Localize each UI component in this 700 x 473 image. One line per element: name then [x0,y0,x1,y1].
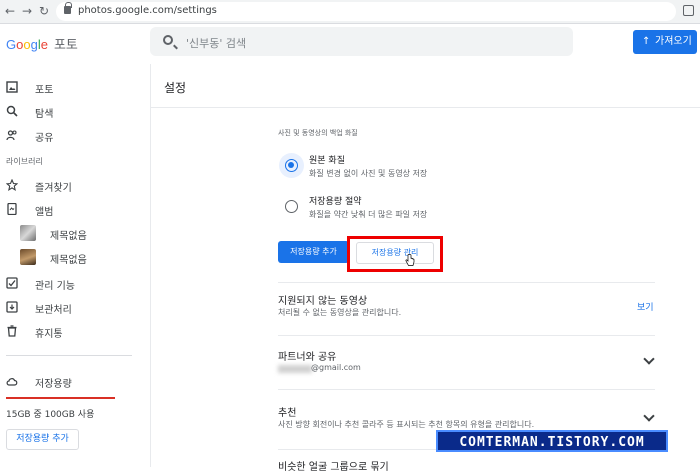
backup-quality-label: 사진 및 동영상의 백업 화질 [278,129,358,137]
row-divider [278,282,655,283]
sidebar: 포토 탐색 공유 라이브러리 즐겨찾기 앨범 제목없음 제목없음 관리 기능 보… [0,64,150,467]
app-header: Google 포토 '신부동' 검색 ↑ 가져오기 [0,24,700,64]
trash-icon [7,325,17,337]
option-desc: 화질을 약간 낮춰 더 많은 파일 저장 [309,210,428,219]
search-input[interactable]: '신부동' 검색 [150,27,573,56]
google-photos-logo[interactable]: Google 포토 [6,34,78,53]
title-divider [150,107,700,108]
sidebar-item-photos[interactable]: 포토 [0,76,150,98]
settings-main: 설정 사진 및 동영상의 백업 화질 원본 화질 화질 변경 없이 사진 및 동… [150,64,700,473]
browser-toolbar: ← → ↻ photos.google.com/settings [0,0,700,24]
sidebar-album-item[interactable]: 제목없음 [0,246,150,268]
sidebar-item-explore[interactable]: 탐색 [0,100,150,122]
chevron-down-icon[interactable] [643,410,655,422]
sidebar-item-label: 제목없음 [50,255,87,266]
sidebar-item-storage[interactable]: 저장용량 [0,370,150,392]
lock-icon [64,2,72,14]
row-divider [278,389,655,390]
sidebar-item-label: 관리 기능 [35,281,75,292]
product-name: 포토 [53,37,78,52]
search-placeholder: '신부동' 검색 [186,37,247,50]
sidebar-item-utilities[interactable]: 관리 기능 [0,272,150,294]
address-bar[interactable]: photos.google.com/settings [56,2,676,21]
upload-button[interactable]: ↑ 가져오기 [633,30,697,54]
reload-icon[interactable]: ↻ [36,3,52,19]
email-blur [278,365,312,373]
upload-icon: ↑ [642,36,651,47]
storage-saver-radio[interactable] [285,200,298,213]
extension-icon[interactable] [683,5,694,16]
sidebar-item-trash[interactable]: 휴지통 [0,320,150,342]
archive-icon [6,301,18,313]
view-link[interactable]: 보기 [637,300,654,313]
watermark: COMTERMAN.TISTORY.COM [436,430,668,452]
sidebar-border [150,64,151,467]
row-divider [278,335,655,336]
album-thumbnail [20,225,36,241]
logo-letter: e [40,37,48,52]
sidebar-item-label: 저장용량 [35,379,72,390]
album-thumbnail [20,249,36,265]
upload-label: 가져오기 [655,36,692,47]
sidebar-item-label: 제목없음 [50,231,87,242]
search-icon [163,35,173,45]
star-icon [6,179,18,191]
sidebar-item-albums[interactable]: 앨범 [0,198,150,220]
sidebar-item-label: 포토 [35,85,54,96]
row-desc: 사진 방향 회전이나 추천 콜라주 등 표시되는 추천 항목의 유형을 관리합니… [278,420,535,429]
row-desc: 처리될 수 없는 동영상을 관리합니다. [278,308,402,317]
storage-usage-text: 15GB 중 100GB 사용 [6,410,95,420]
manage-storage-button[interactable]: 저장용량 관리 [356,242,434,264]
row-title: 추천 [278,408,297,419]
sidebar-item-favorites[interactable]: 즐겨찾기 [0,174,150,196]
row-title: 지원되지 않는 동영상 [278,296,368,307]
people-icon [6,130,17,141]
sidebar-item-label: 휴지통 [35,329,63,340]
option-title: 저장용량 절약 [309,197,362,207]
sidebar-item-sharing[interactable]: 공유 [0,124,150,146]
buy-storage-button[interactable]: 저장용량 추가 [6,429,79,450]
row-title: 비슷한 얼굴 그룹으로 묶기 [278,462,389,473]
sidebar-item-label: 앨범 [35,207,54,218]
sidebar-item-label: 보관처리 [35,305,72,316]
original-quality-radio[interactable] [285,159,298,172]
library-section-label: 라이브러리 [6,157,43,166]
row-title: 파트너와 공유 [278,352,337,363]
chevron-down-icon[interactable] [643,353,655,365]
option-title: 원본 화질 [309,156,345,166]
logo-letter: g [30,37,38,52]
sidebar-divider [6,355,132,356]
storage-progress-bar [6,397,115,399]
utilities-icon [6,277,18,289]
option-desc: 화질 변경 없이 사진 및 동영상 저장 [309,169,428,178]
url-text: photos.google.com/settings [78,5,217,16]
album-icon [7,203,17,215]
hand-cursor-icon [405,254,415,266]
sidebar-item-label: 공유 [35,133,54,144]
sidebar-item-archive[interactable]: 보관처리 [0,296,150,318]
buy-storage-button[interactable]: 저장용량 추가 [278,241,349,263]
sidebar-item-label: 탐색 [35,109,54,120]
page-title: 설정 [164,81,187,95]
cloud-icon [6,378,18,386]
search-icon [6,105,18,117]
logo-letter: G [6,37,17,52]
logo-letter: o [23,37,31,52]
forward-icon[interactable]: → [19,3,35,19]
sidebar-item-label: 즐겨찾기 [35,183,72,194]
partner-email: @gmail.com [311,363,361,372]
back-icon[interactable]: ← [2,3,18,19]
photo-icon [6,81,18,93]
sidebar-album-item[interactable]: 제목없음 [0,222,150,244]
